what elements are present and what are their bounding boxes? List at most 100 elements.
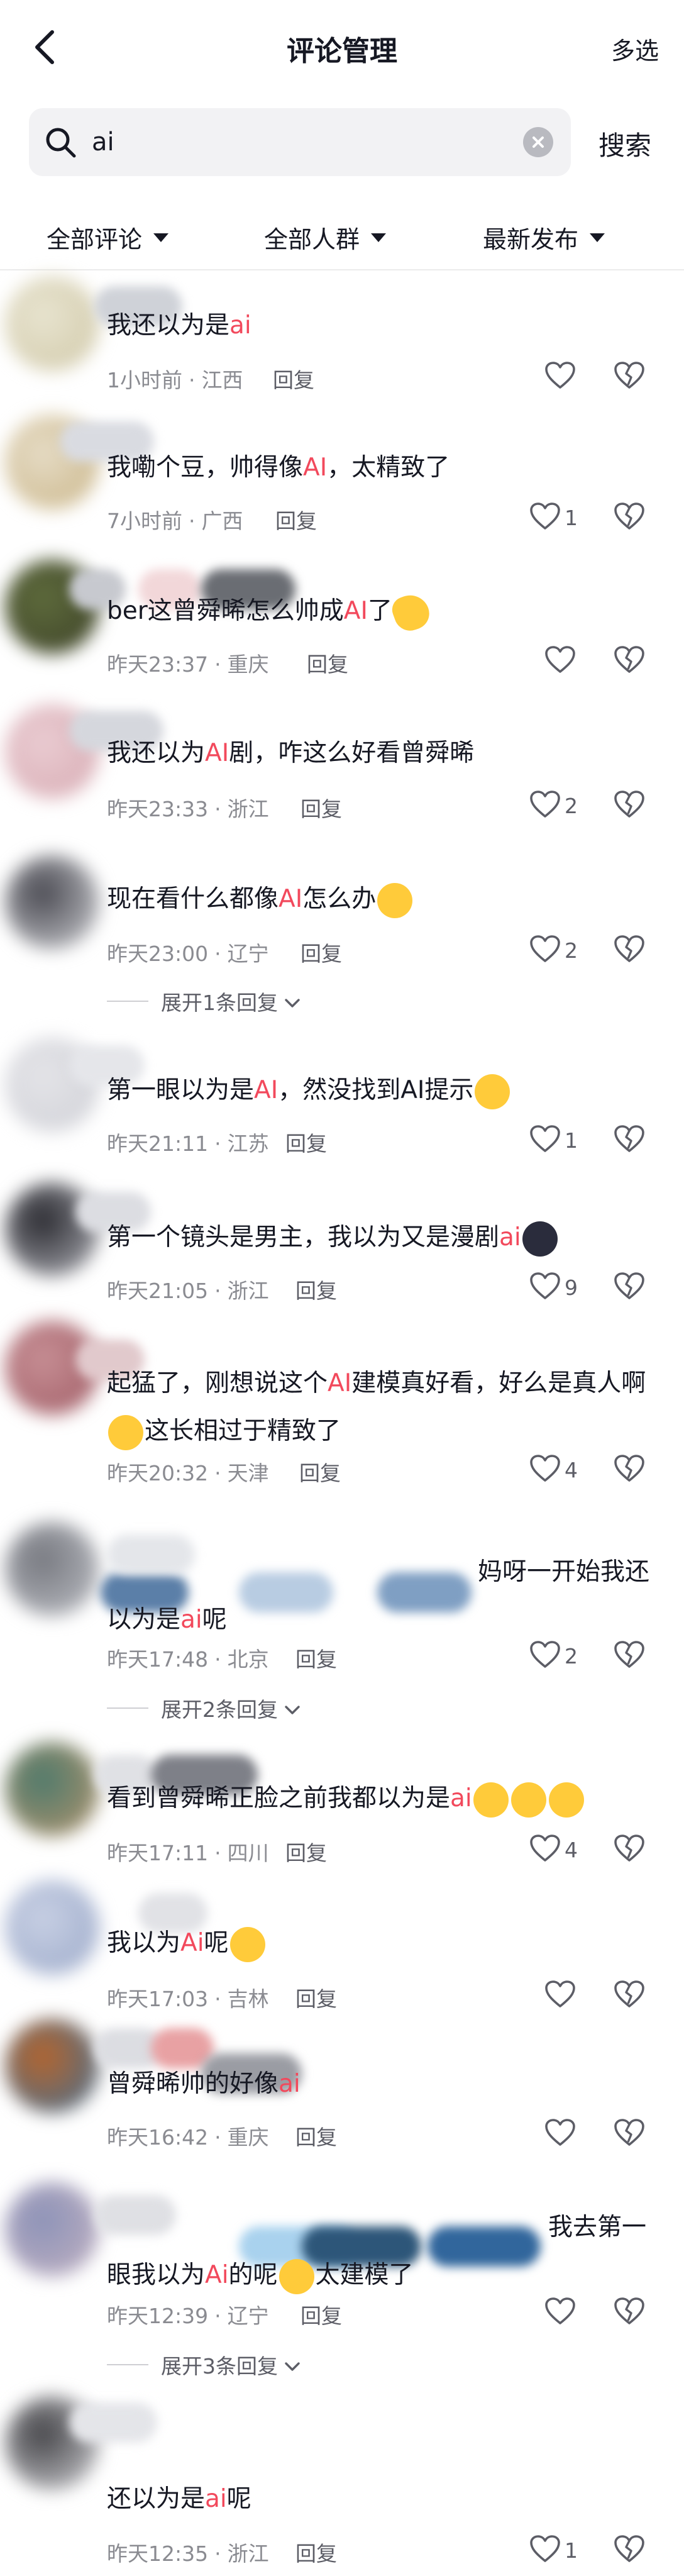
like-button[interactable]: 9 xyxy=(529,1272,578,1303)
dislike-button[interactable] xyxy=(614,502,645,533)
like-button[interactable] xyxy=(544,645,576,677)
reply-button[interactable]: 回复 xyxy=(285,1127,327,1157)
expand-replies-button[interactable]: 展开1条回复 xyxy=(107,986,301,1016)
reply-button[interactable]: 回复 xyxy=(301,792,342,823)
comment-text[interactable]: 我以为Ai呢 xyxy=(107,1919,654,1967)
dislike-button[interactable] xyxy=(614,2118,645,2150)
timestamp: 昨天23:33 xyxy=(107,797,209,821)
like-count: 2 xyxy=(565,938,578,963)
avatar[interactable] xyxy=(5,1880,99,1975)
clear-icon[interactable] xyxy=(523,127,553,157)
like-button[interactable] xyxy=(544,361,576,392)
divider-line xyxy=(107,1707,148,1709)
like-button[interactable] xyxy=(544,2118,576,2150)
reply-button[interactable]: 回复 xyxy=(295,1274,337,1304)
like-button[interactable]: 4 xyxy=(529,1834,578,1865)
comment-text-part: 这长相过于精致了 xyxy=(145,1417,341,1445)
emoji-icon xyxy=(229,1926,265,1962)
reply-button[interactable]: 回复 xyxy=(295,2121,337,2151)
heart-icon xyxy=(529,790,561,821)
comment-text[interactable]: 我还以为是ai xyxy=(107,302,654,350)
dislike-button[interactable] xyxy=(614,1454,645,1485)
like-button[interactable]: 1 xyxy=(529,2534,578,2566)
comment-meta: 昨天21:11 · 江苏 xyxy=(107,1127,269,1157)
region: 重庆 xyxy=(227,652,269,677)
region: 江苏 xyxy=(227,1131,269,1156)
timestamp: 昨天17:48 xyxy=(107,1647,209,1672)
dislike-button[interactable] xyxy=(614,361,645,392)
comment-text[interactable]: 曾舜晞帅的好像ai xyxy=(107,2060,654,2108)
reply-button[interactable]: 回复 xyxy=(295,1982,337,2012)
dislike-button[interactable] xyxy=(614,1272,645,1303)
like-button[interactable]: 4 xyxy=(529,1454,578,1485)
like-count: 2 xyxy=(565,793,578,818)
dislike-button[interactable] xyxy=(614,1640,645,1672)
multi-select-button[interactable]: 多选 xyxy=(611,31,659,66)
dislike-button[interactable] xyxy=(614,935,645,966)
avatar[interactable] xyxy=(5,1522,99,1616)
search-field[interactable] xyxy=(29,108,571,176)
comment-text[interactable]: 我去第一 眼我以为Ai的呢 太建模了 xyxy=(107,2204,654,2299)
separator-dot: · xyxy=(214,2541,221,2566)
comment-text[interactable]: 看到曾舜晞正脸之前我都以为是ai xyxy=(107,1775,654,1823)
like-button[interactable] xyxy=(544,1980,576,2011)
comment-text[interactable]: 我还以为AI剧，咋这么好看曾舜晞 xyxy=(107,730,654,777)
dislike-button[interactable] xyxy=(614,2297,645,2328)
like-button[interactable]: 2 xyxy=(529,1640,578,1672)
filter-latest[interactable]: 最新发布 xyxy=(483,220,605,255)
like-button[interactable]: 2 xyxy=(529,790,578,821)
like-button[interactable]: 2 xyxy=(529,935,578,966)
reply-button[interactable]: 回复 xyxy=(307,648,348,678)
reply-button[interactable]: 回复 xyxy=(295,1643,337,1673)
dislike-button[interactable] xyxy=(614,1980,645,2011)
comment-text[interactable]: ber这曾舜晞怎么帅成AI了 xyxy=(107,587,654,635)
avatar[interactable] xyxy=(5,2182,99,2277)
filter-all-audience[interactable]: 全部人群 xyxy=(264,220,387,255)
keyword-highlight: AI xyxy=(343,597,368,625)
reply-button[interactable]: 回复 xyxy=(285,1836,327,1867)
comment-text[interactable]: 第一个镜头是男主，我以为又是漫剧ai xyxy=(107,1214,654,1262)
dislike-button[interactable] xyxy=(614,645,645,677)
reply-button[interactable]: 回复 xyxy=(273,364,314,394)
expand-replies-button[interactable]: 展开2条回复 xyxy=(107,1693,301,1723)
comment-text[interactable]: 第一眼以为是AI，然没找到AI提示 xyxy=(107,1067,654,1114)
reply-button[interactable]: 回复 xyxy=(295,2537,337,2567)
separator-dot: · xyxy=(214,1279,221,1303)
reply-button[interactable]: 回复 xyxy=(299,1457,341,1487)
search-button[interactable]: 搜索 xyxy=(598,125,651,163)
comment-text[interactable]: 起猛了，刚想说这个AI建模真好看，好么是真人啊 这长相过于精致了 xyxy=(107,1360,654,1455)
reply-button[interactable]: 回复 xyxy=(275,504,317,535)
broken-heart-icon xyxy=(614,2119,644,2146)
emoji-icon xyxy=(548,1782,584,1818)
comment-text[interactable]: 现在看什么都像AI怎么办 xyxy=(107,875,654,923)
like-button[interactable]: 1 xyxy=(529,1124,578,1156)
comment-text-part: 第一个镜头是男主，我以为又是漫剧 xyxy=(107,1223,500,1252)
chevron-down-icon xyxy=(284,2353,301,2377)
comment-text-part: 起猛了，刚想说这个 xyxy=(107,1369,328,1397)
timestamp: 昨天20:32 xyxy=(107,1461,209,1485)
heart-icon xyxy=(529,502,561,533)
dislike-button[interactable] xyxy=(614,790,645,821)
comment-text[interactable]: 妈呀一开始我还 以为是ai呢 xyxy=(107,1548,654,1644)
broken-heart-icon xyxy=(614,1455,644,1482)
avatar[interactable] xyxy=(5,277,99,371)
comment-text-part: 以为是 xyxy=(107,1606,181,1634)
search-input[interactable] xyxy=(92,125,469,160)
like-button[interactable]: 1 xyxy=(529,502,578,533)
comment-text[interactable]: 还以为是ai呢 xyxy=(107,2475,654,2523)
reply-button[interactable]: 回复 xyxy=(301,937,342,967)
dislike-button[interactable] xyxy=(614,2534,645,2566)
reply-button[interactable]: 回复 xyxy=(301,2299,342,2329)
dislike-button[interactable] xyxy=(614,1834,645,1865)
filter-all-comments[interactable]: 全部评论 xyxy=(47,220,169,255)
comment-text[interactable]: 我嘞个豆，帅得像AI，太精致了 xyxy=(107,444,654,492)
avatar[interactable] xyxy=(5,2019,99,2113)
like-button[interactable] xyxy=(544,2297,576,2328)
heart-icon xyxy=(544,2297,576,2328)
dislike-button[interactable] xyxy=(614,1124,645,1156)
broken-heart-icon xyxy=(614,2297,644,2324)
comment-meta: 昨天23:37 · 重庆 xyxy=(107,648,269,678)
expand-replies-button[interactable]: 展开3条回复 xyxy=(107,2350,301,2380)
avatar[interactable] xyxy=(5,1742,99,1836)
avatar[interactable] xyxy=(5,855,99,950)
